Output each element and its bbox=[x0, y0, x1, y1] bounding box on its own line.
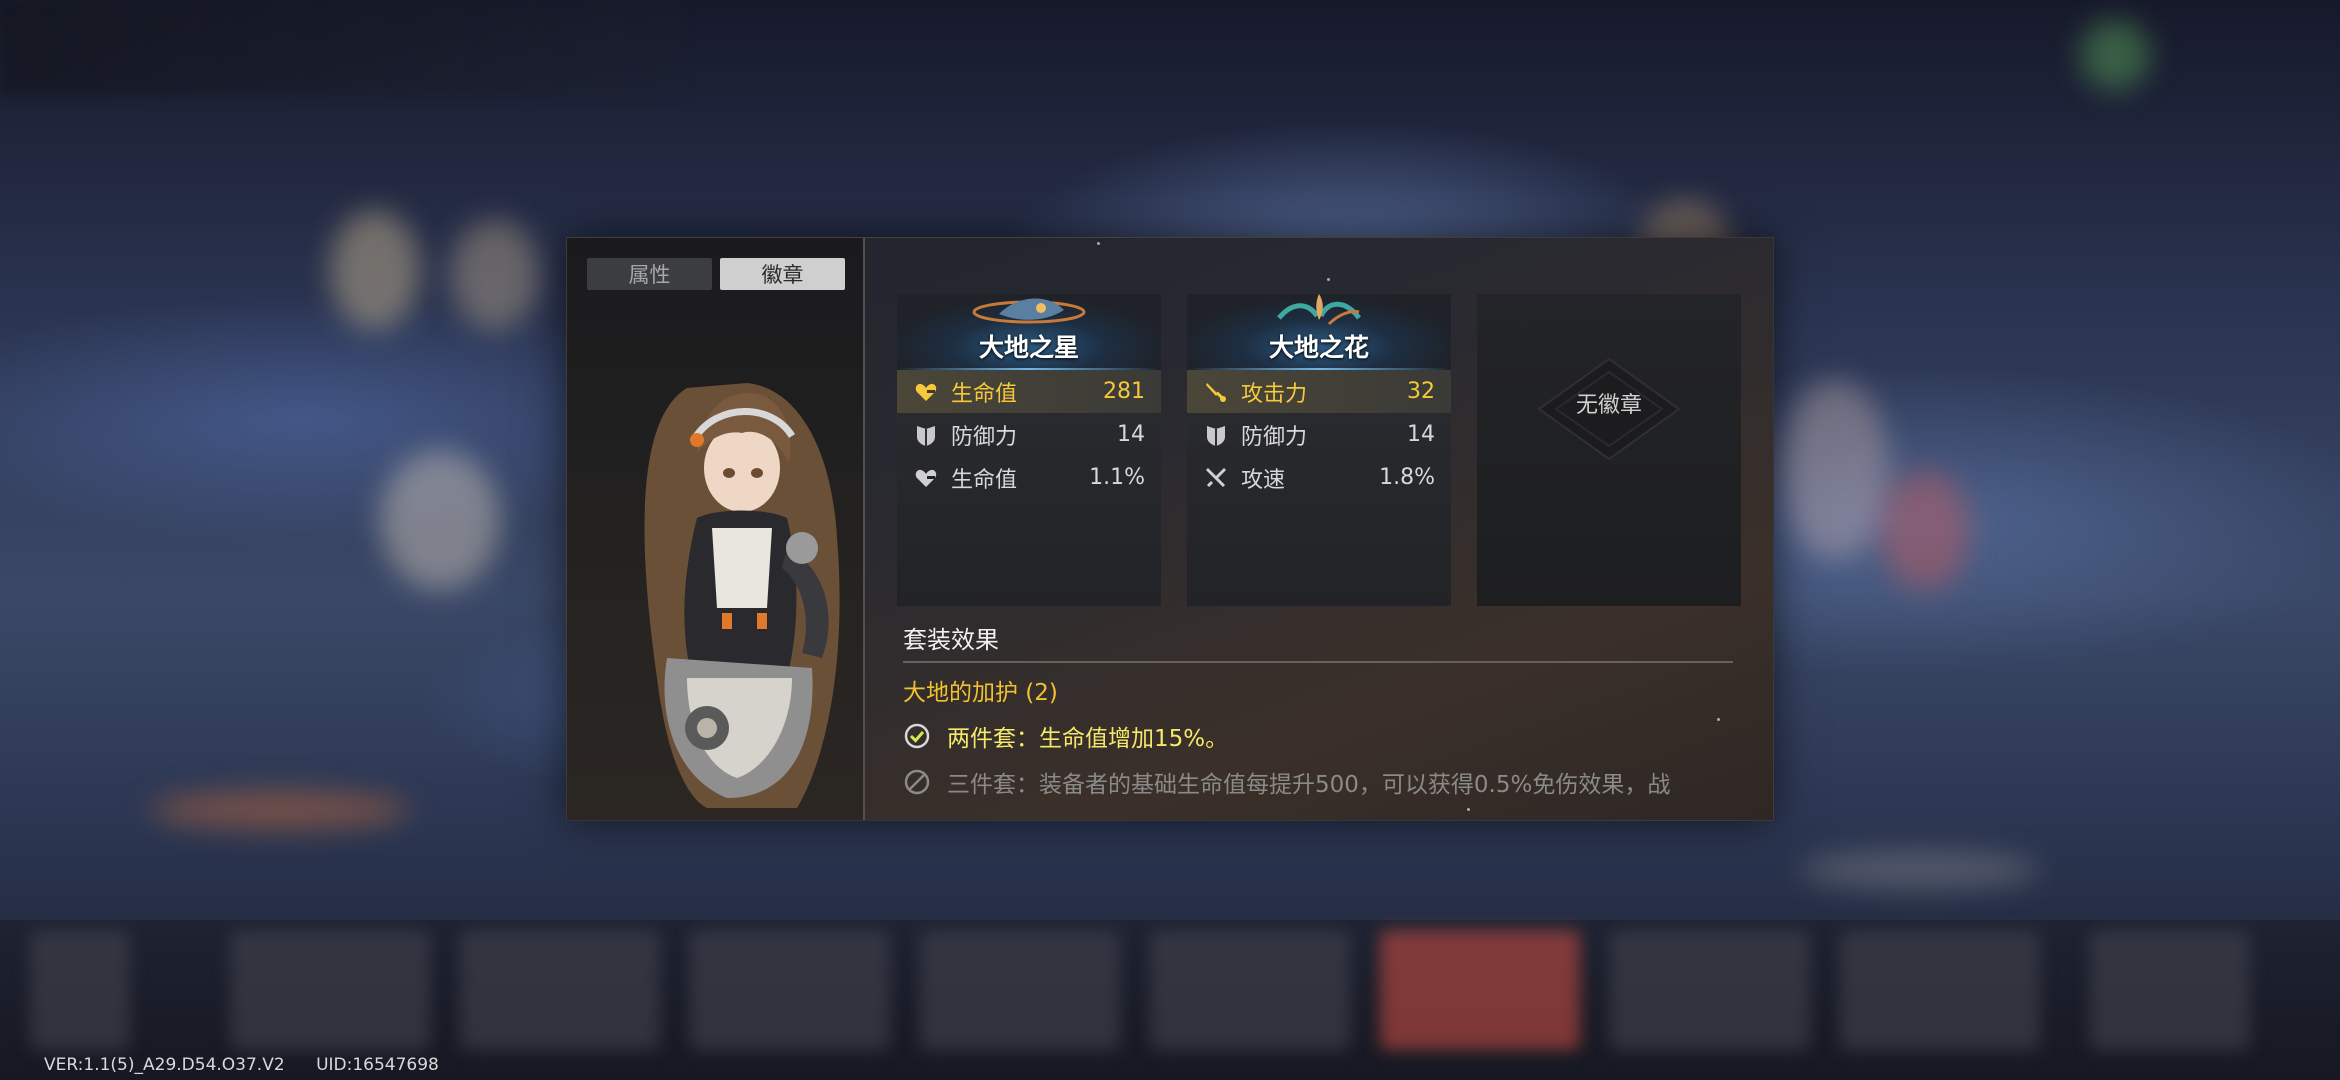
blurred-top-bar bbox=[0, 0, 680, 95]
stat-row: 防御力 14 bbox=[897, 413, 1161, 456]
stat-row: 防御力 14 bbox=[1187, 413, 1451, 456]
shield-icon bbox=[913, 422, 939, 448]
version-label: VER:1.1(5)_A29.D54.O37.V2 bbox=[44, 1055, 285, 1075]
shield-icon bbox=[1203, 422, 1229, 448]
stat-row: 生命值 1.1% bbox=[897, 456, 1161, 499]
tab-emblems[interactable]: 徽章 bbox=[720, 258, 845, 290]
stat-label: 攻击力 bbox=[1241, 381, 1308, 407]
emblem-name: 大地之花 bbox=[1268, 333, 1369, 362]
disabled-circle-icon bbox=[904, 769, 930, 795]
character-panel: 属性 徽章 bbox=[567, 238, 865, 820]
stat-label: 生命值 bbox=[951, 467, 1018, 493]
tab-bar: 属性 徽章 bbox=[587, 258, 845, 290]
stat-row: 攻速 1.8% bbox=[1187, 456, 1451, 499]
set-bonus-text: 三件套：装备者的基础生命值每提升500，可以获得0.5%免伤效果，战 bbox=[947, 772, 1671, 798]
character-emblem-dialog: 属性 徽章 大地之星 生命值 281 防御力 14 生命值 1.1% 大地之花 … bbox=[566, 237, 1774, 821]
stat-value: 14 bbox=[1117, 422, 1145, 447]
set-bonus-two-piece: 两件套：生命值增加15%。 bbox=[903, 719, 1733, 753]
emblem-slot-2[interactable]: 大地之花 攻击力 32 防御力 14 攻速 1.8% bbox=[1187, 294, 1451, 606]
empty-slot-label: 无徽章 bbox=[1575, 393, 1642, 418]
stat-value: 281 bbox=[1103, 379, 1145, 404]
stat-value: 1.1% bbox=[1089, 465, 1145, 490]
emblem-header: 大地之星 bbox=[897, 294, 1161, 370]
set-name: 大地的加护 (2) bbox=[903, 680, 1058, 706]
emblem-slot-3-empty[interactable]: 无徽章 bbox=[1477, 294, 1741, 606]
uid-label: UID:16547698 bbox=[316, 1055, 439, 1075]
sword-icon bbox=[1203, 379, 1229, 405]
stat-value: 1.8% bbox=[1379, 465, 1435, 490]
set-bonus-three-piece: 三件套：装备者的基础生命值每提升500，可以获得0.5%免伤效果，战 bbox=[903, 765, 1733, 799]
heart-icon bbox=[913, 379, 939, 405]
heart-icon bbox=[913, 465, 939, 491]
character-portrait bbox=[644, 383, 840, 808]
stat-value: 32 bbox=[1407, 379, 1435, 404]
stat-label: 生命值 bbox=[951, 381, 1018, 407]
emblem-header: 大地之花 bbox=[1187, 294, 1451, 370]
stat-value: 14 bbox=[1407, 422, 1435, 447]
stat-row: 攻击力 32 bbox=[1187, 370, 1451, 413]
set-effect-section: 套装效果 大地的加护 (2) 两件套：生命值增加15%。 三件套：装备者的基础生… bbox=[903, 620, 1733, 799]
stat-label: 攻速 bbox=[1241, 467, 1286, 493]
check-circle-icon bbox=[904, 723, 930, 749]
version-info: VER:1.1(5)_A29.D54.O37.V2 UID:16547698 bbox=[44, 1055, 439, 1075]
emblem-slot-1[interactable]: 大地之星 生命值 281 防御力 14 生命值 1.1% bbox=[897, 294, 1161, 606]
crossed-swords-icon bbox=[1203, 465, 1229, 491]
stat-label: 防御力 bbox=[951, 424, 1018, 450]
set-bonus-text: 两件套：生命值增加15%。 bbox=[947, 726, 1229, 752]
tab-attributes[interactable]: 属性 bbox=[587, 258, 712, 290]
set-effect-title: 套装效果 bbox=[903, 620, 1733, 663]
emblem-name: 大地之星 bbox=[978, 333, 1079, 362]
stat-row: 生命值 281 bbox=[897, 370, 1161, 413]
stat-label: 防御力 bbox=[1241, 424, 1308, 450]
